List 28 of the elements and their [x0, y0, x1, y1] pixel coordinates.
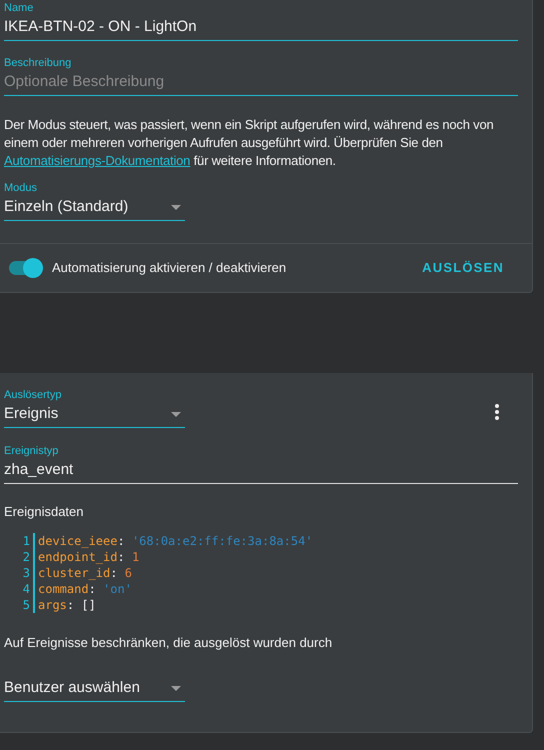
line-number: 4: [20, 581, 35, 597]
field-label: Beschreibung: [4, 57, 72, 70]
code-editor[interactable]: 1 device_ieee: '68:0a:e2:ff:fe:3a:8a:54' 2 endpoint_id: 1 3 cluster_id: 6 4 command: 'on' 5 args: []: [20, 533, 518, 613]
documentation-link[interactable]: Automatisierungs-Dokumentation: [4, 153, 190, 168]
toggle-label: Automatisierung aktivieren / deaktivieren: [52, 260, 286, 275]
section-label: Ereignisdaten: [4, 504, 84, 519]
enable-toggle[interactable]: [9, 260, 43, 274]
field-label: Auslösertyp: [4, 389, 62, 402]
trigger-type-select[interactable]: Ereignis: [4, 402, 185, 428]
line-number: 2: [20, 549, 35, 565]
line-number: 5: [20, 597, 35, 613]
more-menu-icon[interactable]: [494, 404, 500, 420]
dropdown-caret-icon: [171, 686, 181, 691]
field-label: Name: [4, 2, 34, 15]
name-field[interactable]: IKEA-BTN-02 - ON - LightOn: [4, 15, 518, 41]
field-label: Ereignistyp: [4, 445, 60, 458]
mode-help-text: Der Modus steuert, was passiert, wenn ein Skript aufgerufen wird, während es noch von einem oder mehreren vorherigen Aufrufen ausgeführt wird. Überprüfen Sie den Automatisierungs-Dokumentation für weitere Informationen.: [4, 116, 495, 170]
line-number: 1: [20, 533, 35, 549]
event-type-field[interactable]: zha_event: [4, 458, 518, 484]
line-number: 3: [20, 565, 35, 581]
field-label: Modus: [4, 182, 38, 195]
mode-select[interactable]: Einzeln (Standard): [4, 195, 185, 221]
restrict-label: Auf Ereignisse beschränken, die ausgelöst wurden durch: [4, 635, 334, 650]
dropdown-caret-icon: [171, 205, 181, 210]
user-select[interactable]: Benutzer auswählen: [4, 676, 185, 702]
dropdown-caret-icon: [171, 412, 181, 417]
trigger-button[interactable]: AUSLÖSEN: [416, 256, 510, 279]
description-field[interactable]: Optionale Beschreibung: [4, 70, 518, 96]
